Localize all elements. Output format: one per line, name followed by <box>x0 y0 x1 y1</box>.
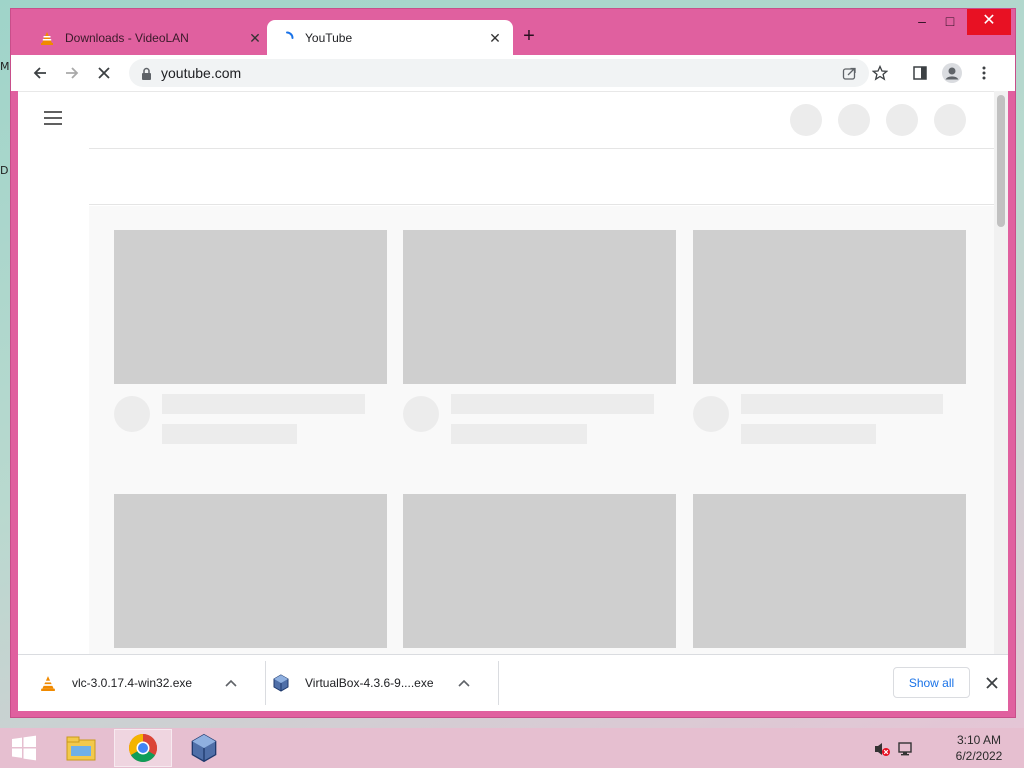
new-tab-button[interactable]: + <box>517 25 541 49</box>
download-item-vlc[interactable]: vlc-3.0.17.4-win32.exe <box>38 663 248 703</box>
volume-muted-icon[interactable] <box>873 740 891 758</box>
video-thumbnail-placeholder <box>114 494 387 648</box>
video-thumbnail-placeholder <box>403 230 676 384</box>
browser-window: Downloads - VideoLAN ✕ YouTube ✕ + – □ ✕ <box>10 8 1016 718</box>
divider <box>498 661 499 705</box>
scrollbar-thumb[interactable] <box>997 95 1005 227</box>
minimize-button[interactable]: – <box>907 9 937 35</box>
divider <box>265 661 266 705</box>
chips-bar-placeholder <box>89 149 994 205</box>
virtualbox-icon[interactable] <box>175 729 233 767</box>
hamburger-menu-icon[interactable] <box>44 111 62 125</box>
meta-placeholder <box>451 424 587 444</box>
side-panel-icon[interactable] <box>908 61 932 85</box>
meta-placeholder <box>741 424 876 444</box>
close-tab-icon[interactable]: ✕ <box>487 30 503 46</box>
title-placeholder <box>162 394 365 414</box>
download-shelf: vlc-3.0.17.4-win32.exe VirtualBox-4.3.6-… <box>18 654 1008 711</box>
lock-icon[interactable] <box>139 66 153 80</box>
download-filename: vlc-3.0.17.4-win32.exe <box>72 676 193 690</box>
chevron-up-icon[interactable] <box>221 673 241 693</box>
close-icon[interactable] <box>980 671 1004 695</box>
video-grid <box>89 206 994 654</box>
file-explorer-icon[interactable] <box>52 729 110 767</box>
channel-avatar-placeholder <box>403 396 439 432</box>
browser-toolbar: youtube.com <box>11 55 1015 91</box>
taskbar: 3:10 AM 6/2/2022 <box>0 728 1024 768</box>
forward-icon[interactable] <box>60 61 84 85</box>
title-placeholder <box>451 394 654 414</box>
vlc-cone-icon <box>39 30 55 46</box>
video-thumbnail-placeholder <box>693 230 966 384</box>
start-icon[interactable] <box>0 728 48 768</box>
network-icon[interactable] <box>897 740 915 758</box>
page-viewport <box>18 91 994 654</box>
header-placeholder <box>838 104 870 136</box>
video-thumbnail-placeholder <box>693 494 966 648</box>
tab-title: Downloads - VideoLAN <box>65 30 189 45</box>
tab-strip: Downloads - VideoLAN ✕ YouTube ✕ + – □ ✕ <box>11 9 1015 55</box>
profile-icon[interactable] <box>940 61 964 85</box>
video-thumbnail-placeholder <box>403 494 676 648</box>
clock-date: 6/2/2022 <box>955 749 1003 763</box>
header-placeholder <box>790 104 822 136</box>
system-clock[interactable]: 3:10 AM 6/2/2022 <box>944 732 1014 764</box>
meta-placeholder <box>162 424 297 444</box>
clock-time: 3:10 AM <box>956 733 1002 747</box>
loading-spinner-icon <box>279 30 295 46</box>
tab-youtube[interactable]: YouTube ✕ <box>267 20 513 55</box>
stop-loading-icon[interactable] <box>92 61 116 85</box>
header-placeholder <box>934 104 966 136</box>
bookmark-star-icon[interactable] <box>868 61 892 85</box>
channel-avatar-placeholder <box>693 396 729 432</box>
menu-kebab-icon[interactable] <box>972 61 996 85</box>
close-tab-icon[interactable]: ✕ <box>247 30 263 46</box>
back-icon[interactable] <box>28 61 52 85</box>
video-thumbnail-placeholder <box>114 230 387 384</box>
download-item-virtualbox[interactable]: VirtualBox-4.3.6-9....exe <box>271 663 481 703</box>
channel-avatar-placeholder <box>114 396 150 432</box>
chrome-icon[interactable] <box>114 729 172 767</box>
tab-title: YouTube <box>305 30 353 45</box>
header-placeholder <box>886 104 918 136</box>
title-placeholder <box>741 394 943 414</box>
close-window-button[interactable]: ✕ <box>967 9 1011 35</box>
page-scrollbar[interactable] <box>994 91 1008 654</box>
url-text: youtube.com <box>161 65 242 81</box>
virtualbox-icon <box>271 673 291 693</box>
tab-downloads-videolan[interactable]: Downloads - VideoLAN ✕ <box>27 20 273 55</box>
show-all-downloads-button[interactable]: Show all <box>893 667 970 698</box>
address-bar[interactable]: youtube.com <box>129 59 869 87</box>
download-filename: VirtualBox-4.3.6-9....exe <box>305 676 434 690</box>
chevron-up-icon[interactable] <box>454 673 474 693</box>
maximize-button[interactable]: □ <box>935 9 965 35</box>
vlc-cone-icon <box>38 673 58 693</box>
share-icon[interactable] <box>837 61 861 85</box>
